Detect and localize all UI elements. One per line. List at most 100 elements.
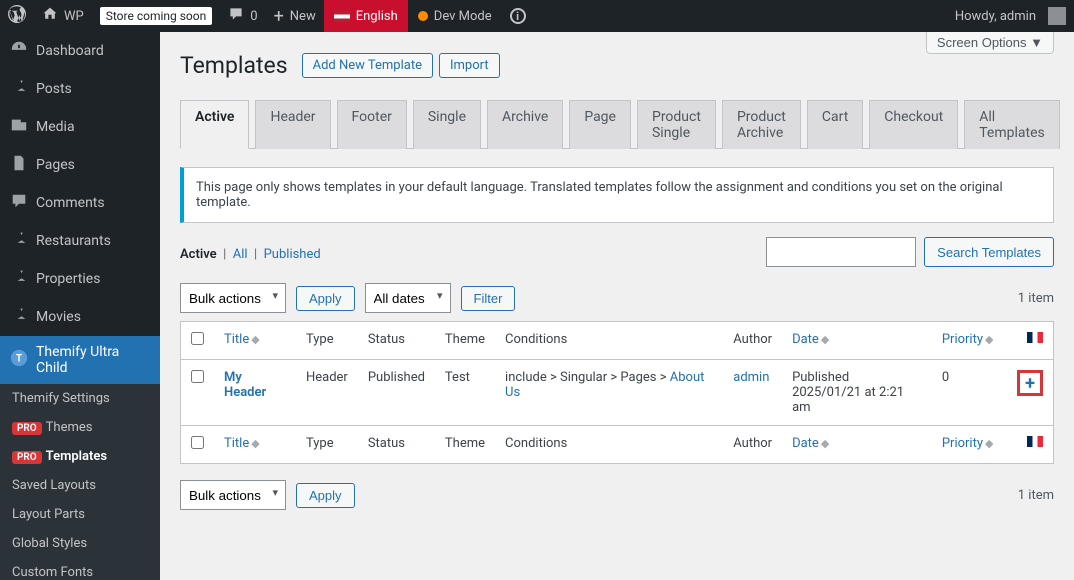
media-icon	[10, 116, 28, 138]
svg-text:T: T	[16, 354, 22, 365]
search-templates-button[interactable]: Search Templates	[924, 237, 1054, 267]
pin-icon	[10, 268, 28, 290]
info-icon[interactable]: i	[502, 0, 534, 32]
site-name: WP	[64, 9, 84, 24]
tab-footer[interactable]: Footer	[337, 100, 407, 149]
select-all-checkbox[interactable]	[191, 332, 204, 345]
col-title[interactable]: Title◆	[224, 332, 260, 347]
date-filter-select[interactable]: All dates	[365, 283, 451, 313]
bulk-apply-button[interactable]: Apply	[296, 286, 355, 311]
site-home[interactable]: WP	[34, 0, 92, 32]
submenu-custom-fonts[interactable]: Custom Fonts	[0, 558, 160, 580]
flag-fr-icon	[1027, 436, 1043, 447]
submenu-saved-layouts[interactable]: Saved Layouts	[0, 471, 160, 500]
row-status: Published	[358, 360, 435, 426]
tab-product-single[interactable]: Product Single	[637, 100, 716, 149]
menu-properties[interactable]: Properties	[0, 260, 160, 298]
col-conditions: Conditions	[495, 322, 723, 360]
col-priority-foot[interactable]: Priority◆	[942, 436, 994, 451]
conditions-link[interactable]: About Us	[505, 370, 704, 400]
row-date: Published2025/01/21 at 2:21 am	[782, 360, 932, 426]
menu-themify-ultra-child[interactable]: TThemify Ultra Child	[0, 336, 160, 384]
wp-logo[interactable]	[0, 0, 34, 32]
add-translation-button[interactable]: +	[1017, 370, 1043, 396]
tab-single[interactable]: Single	[413, 100, 481, 149]
bulk-apply-button-bottom[interactable]: Apply	[296, 483, 355, 508]
comments-count: 0	[250, 9, 257, 24]
menu-restaurants[interactable]: Restaurants	[0, 222, 160, 260]
flag-us-icon	[334, 11, 350, 22]
col-date-foot[interactable]: Date◆	[792, 436, 829, 451]
row-theme: Test	[435, 360, 495, 426]
templates-table: Title◆ Type Status Theme Conditions Auth…	[180, 321, 1054, 464]
tab-checkout[interactable]: Checkout	[869, 100, 958, 149]
dot-orange-icon	[418, 11, 428, 21]
tab-page[interactable]: Page	[569, 100, 631, 149]
avatar-icon	[1048, 7, 1066, 25]
pages-icon	[10, 154, 28, 176]
col-status: Status	[358, 322, 435, 360]
view-all[interactable]: All	[233, 247, 248, 262]
col-type: Type	[296, 322, 358, 360]
chat-icon	[10, 192, 28, 214]
menu-media[interactable]: Media	[0, 108, 160, 146]
language-switcher[interactable]: English	[324, 0, 408, 32]
table-row: My Header HeaderPublishedTestinclude > Si…	[181, 360, 1054, 426]
submenu-layout-parts[interactable]: Layout Parts	[0, 500, 160, 529]
item-count: 1 item	[1018, 291, 1054, 306]
menu-movies[interactable]: Movies	[0, 298, 160, 336]
template-tabs: ActiveHeaderFooterSingleArchivePageProdu…	[180, 99, 1054, 149]
tab-archive[interactable]: Archive	[487, 100, 563, 149]
pro-badge: PRO	[12, 422, 42, 435]
menu-pages[interactable]: Pages	[0, 146, 160, 184]
import-button[interactable]: Import	[439, 53, 500, 78]
tab-header[interactable]: Header	[255, 100, 330, 149]
search-input[interactable]	[766, 237, 916, 267]
add-new-template-button[interactable]: Add New Template	[302, 53, 433, 78]
row-author-link[interactable]: admin	[733, 370, 769, 385]
row-title-link[interactable]: My Header	[224, 370, 266, 400]
bulk-action-select-bottom[interactable]: Bulk actions	[180, 480, 286, 510]
row-conditions: include > Singular > Pages > About Us	[495, 360, 723, 426]
row-priority: 0	[932, 360, 1004, 426]
filter-button[interactable]: Filter	[461, 286, 516, 311]
col-title-foot[interactable]: Title◆	[224, 436, 260, 451]
screen-options-toggle[interactable]: Screen Options ▼	[926, 32, 1054, 54]
row-checkbox[interactable]	[191, 370, 204, 383]
pin-icon	[10, 230, 28, 252]
tab-active[interactable]: Active	[180, 100, 249, 149]
col-author: Author	[723, 322, 782, 360]
language-notice: This page only shows templates in your d…	[180, 167, 1054, 223]
content-area: Screen Options ▼ Templates Add New Templ…	[160, 32, 1074, 580]
tab-product-archive[interactable]: Product Archive	[722, 100, 801, 149]
menu-dashboard[interactable]: Dashboard	[0, 32, 160, 70]
dev-mode[interactable]: Dev Mode	[408, 0, 502, 32]
bulk-action-select[interactable]: Bulk actions	[180, 283, 286, 313]
pro-badge: PRO	[12, 451, 42, 464]
admin-bar: WP Store coming soon 0 +New English Dev …	[0, 0, 1074, 32]
comments-bubble[interactable]: 0	[220, 0, 265, 32]
pin-icon	[10, 78, 28, 100]
submenu-global-styles[interactable]: Global Styles	[0, 529, 160, 558]
dashboard-icon	[10, 40, 28, 62]
store-status[interactable]: Store coming soon	[92, 0, 221, 32]
submenu-templates[interactable]: PROTemplates	[0, 442, 160, 471]
row-type: Header	[296, 360, 358, 426]
account-menu[interactable]: Howdy, admin	[947, 0, 1074, 32]
t-icon: T	[10, 349, 28, 371]
pin-icon	[10, 306, 28, 328]
menu-comments[interactable]: Comments	[0, 184, 160, 222]
view-published[interactable]: Published	[264, 247, 321, 262]
col-priority[interactable]: Priority◆	[942, 332, 994, 347]
col-theme: Theme	[435, 322, 495, 360]
select-all-checkbox-bottom[interactable]	[191, 436, 204, 449]
menu-posts[interactable]: Posts	[0, 70, 160, 108]
new-content[interactable]: +New	[266, 0, 324, 32]
admin-menu: DashboardPostsMediaPagesCommentsRestaura…	[0, 32, 160, 580]
submenu-themify-settings[interactable]: Themify Settings	[0, 384, 160, 413]
tab-all-templates[interactable]: All Templates	[964, 100, 1060, 149]
tab-cart[interactable]: Cart	[807, 100, 863, 149]
submenu-themes[interactable]: PROThemes	[0, 413, 160, 442]
page-title: Templates	[180, 52, 288, 79]
col-date[interactable]: Date◆	[792, 332, 829, 347]
